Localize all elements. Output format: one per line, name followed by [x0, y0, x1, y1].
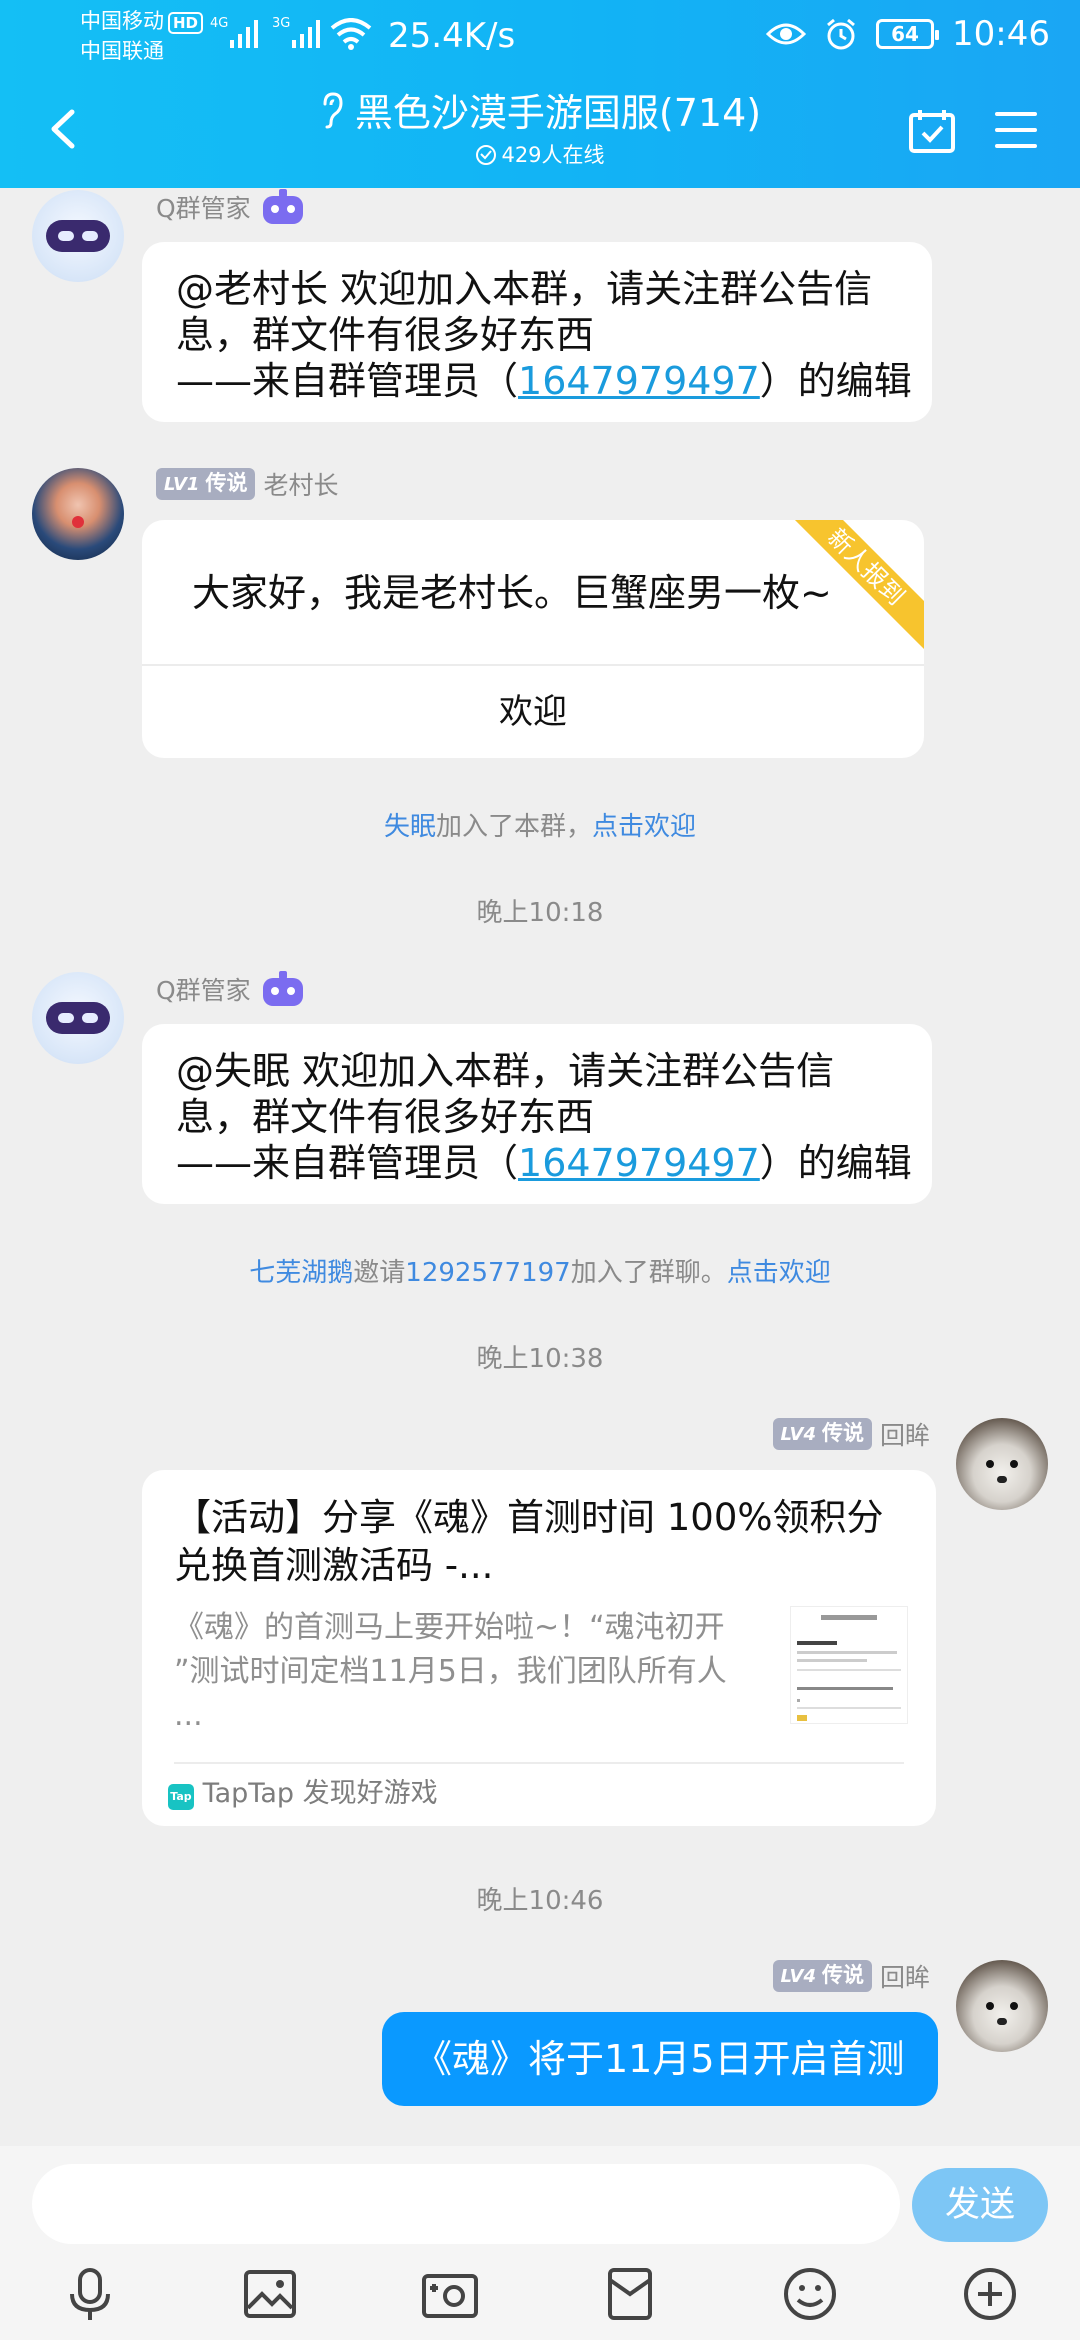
ear-icon — [323, 92, 343, 129]
self-avatar[interactable] — [956, 1960, 1048, 2052]
level-number: LV4 — [780, 1424, 816, 1445]
signal-icon-2 — [292, 20, 320, 48]
message-bubble[interactable]: @老村长 欢迎加入本群，请关注群公告信 息，群文件有很多好东西 ——来自群管理员… — [142, 242, 932, 422]
divider — [174, 1762, 904, 1764]
card-desc-line: 《魂》的首测马上要开始啦~！“魂沌初开 — [174, 1610, 725, 1645]
microphone-icon[interactable] — [60, 2264, 120, 2324]
clock: 10:46 — [952, 14, 1050, 54]
card-title-line: 【活动】分享《魂》首测时间 100%领积分 — [174, 1496, 884, 1539]
network-type-2: 3G — [272, 16, 291, 31]
camera-icon[interactable] — [420, 2264, 480, 2324]
image-icon[interactable] — [240, 2264, 300, 2324]
card-thumbnail — [790, 1606, 908, 1724]
plus-icon[interactable] — [960, 2264, 1020, 2324]
wifi-icon — [330, 18, 372, 50]
timestamp: 晚上10:18 — [476, 898, 604, 928]
my-message-bubble[interactable]: 《魂》将于11月5日开启首测 — [382, 2012, 938, 2106]
taptap-icon: Tap — [168, 1784, 194, 1810]
card-desc-line: ... — [174, 1698, 203, 1733]
message-line: ——来自群管理员（1647979497）的编辑 — [176, 358, 932, 404]
level-title: 传说 — [821, 1963, 864, 1987]
sender-name[interactable]: Q群管家 — [156, 189, 251, 225]
carrier-2: 中国联通 — [80, 39, 164, 63]
click-welcome-link[interactable]: 点击欢迎 — [727, 1258, 831, 1288]
user-avatar[interactable] — [32, 468, 124, 560]
send-button[interactable]: 发送 — [912, 2168, 1048, 2242]
system-notice: 失眠加入了本群，点击欢迎 — [0, 806, 1080, 843]
message-text: ）的编辑 — [759, 1141, 912, 1185]
carrier-1: 中国移动 — [80, 9, 164, 33]
message-input[interactable] — [32, 2164, 900, 2244]
card-source: Tap TapTap 发现好游戏 — [168, 1774, 438, 1814]
member-name-link[interactable]: 失眠 — [384, 812, 436, 842]
input-bar: 发送 — [0, 2146, 1080, 2340]
level-badge: LV4 传说 — [772, 1418, 872, 1450]
robot-badge-icon — [262, 971, 303, 1006]
sender-row: LV1 传说 老村长 — [156, 466, 338, 502]
welcome-button[interactable]: 欢迎 — [142, 666, 924, 758]
self-avatar[interactable] — [956, 1418, 1048, 1510]
message-text: ——来自群管理员（ — [176, 1141, 519, 1185]
message-text: ）的编辑 — [759, 359, 912, 403]
sender-row: LV4 传说 回眸 — [772, 1416, 930, 1452]
sender-name[interactable]: 回眸 — [880, 1416, 930, 1452]
level-number: LV1 — [164, 474, 200, 495]
message-line: ——来自群管理员（1647979497）的编辑 — [176, 1140, 932, 1186]
network-type-1: 4G — [210, 16, 229, 31]
message-line: 息，群文件有很多好东西 — [176, 1095, 595, 1139]
card-source-text: TapTap 发现好游戏 — [202, 1778, 438, 1809]
eye-icon — [766, 23, 807, 45]
sender-row: Q群管家 — [156, 188, 307, 226]
alarm-icon — [827, 18, 855, 50]
hd-badge: HD — [168, 12, 204, 34]
message-line: @失眠 欢迎加入本群，请关注群公告信 — [176, 1049, 835, 1093]
online-count-text: 429人在线 — [501, 143, 605, 167]
message-bubble[interactable]: @失眠 欢迎加入本群，请关注群公告信 息，群文件有很多好东西 ——来自群管理员（… — [142, 1024, 932, 1204]
click-welcome-link[interactable]: 点击欢迎 — [592, 812, 696, 842]
sender-name[interactable]: 老村长 — [263, 466, 338, 502]
system-notice: 七芜湖鹅邀请1292577197加入了群聊。点击欢迎 — [0, 1252, 1080, 1289]
notice-text: 加入了本群， — [435, 812, 592, 842]
emoji-icon[interactable] — [780, 2264, 840, 2324]
robot-badge-icon — [262, 189, 303, 224]
sender-row: Q群管家 — [156, 970, 307, 1008]
level-title: 传说 — [821, 1421, 864, 1445]
card-title-line: 兑换首测激活码 -... — [174, 1544, 494, 1587]
chat-title: 黑色沙漠手游国服(714) — [354, 91, 762, 135]
level-title: 传说 — [205, 471, 248, 495]
chat-header: 中国移动 HD 中国联通 4G 3G 25.4K/s 64 10:46 黑色沙漠手… — [0, 0, 1080, 188]
bot-avatar[interactable] — [32, 190, 124, 282]
online-check-icon — [476, 145, 497, 165]
carrier-info: 中国移动 HD 中国联通 — [80, 6, 204, 66]
message-line: @老村长 欢迎加入本群，请关注群公告信 — [176, 267, 873, 311]
calendar-check-icon[interactable] — [908, 108, 956, 154]
inviter-name-link[interactable]: 七芜湖鹅 — [249, 1258, 353, 1288]
admin-qq-link[interactable]: 1647979497 — [518, 1141, 760, 1185]
invitee-link[interactable]: 1292577197 — [405, 1258, 570, 1288]
notice-text: 加入了群聊。 — [570, 1258, 727, 1288]
admin-qq-link[interactable]: 1647979497 — [518, 359, 760, 403]
timestamp: 晚上10:46 — [476, 1886, 604, 1916]
card-desc-line: ”测试时间定档11月5日，我们团队所有人 — [174, 1654, 727, 1689]
red-packet-icon[interactable] — [600, 2264, 660, 2324]
level-badge: LV1 传说 — [156, 468, 256, 500]
intro-text: 大家好，我是老村长。巨蟹座男一枚~ — [192, 571, 832, 615]
menu-icon[interactable] — [995, 110, 1037, 150]
sender-row: LV4 传说 回眸 — [772, 1958, 930, 1994]
newcomer-card: 新人报到 大家好，我是老村长。巨蟹座男一枚~ 欢迎 — [142, 520, 924, 758]
bot-avatar[interactable] — [32, 972, 124, 1064]
timestamp: 晚上10:38 — [476, 1344, 604, 1374]
sender-name[interactable]: 回眸 — [880, 1958, 930, 1994]
message-text: ——来自群管理员（ — [176, 359, 519, 403]
sender-name[interactable]: Q群管家 — [156, 971, 251, 1007]
signal-icon-1 — [230, 20, 258, 48]
network-speed: 25.4K/s — [388, 16, 516, 56]
share-card[interactable]: 【活动】分享《魂》首测时间 100%领积分 兑换首测激活码 -... 《魂》的首… — [142, 1470, 936, 1826]
notice-text: 邀请 — [353, 1258, 406, 1288]
level-number: LV4 — [780, 1966, 816, 1987]
battery-indicator: 64 — [876, 19, 940, 49]
level-badge: LV4 传说 — [772, 1960, 872, 1992]
message-line: 息，群文件有很多好东西 — [176, 313, 595, 357]
status-bar: 中国移动 HD 中国联通 4G 3G 25.4K/s 64 10:46 — [0, 0, 1080, 74]
